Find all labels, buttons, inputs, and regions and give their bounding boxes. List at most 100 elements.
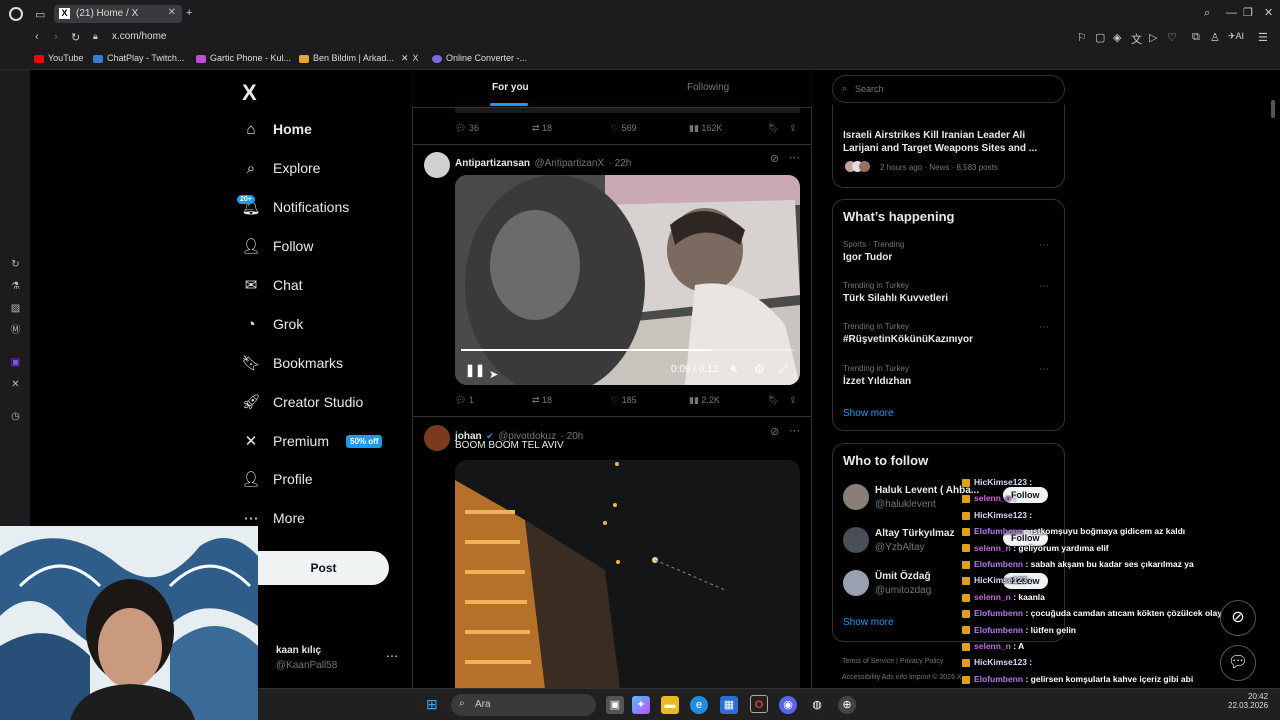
edge-icon[interactable]: e <box>690 696 708 714</box>
avatar[interactable] <box>843 570 869 596</box>
bookmark-benbildim[interactable]: Ben Bildim | Arkad... <box>299 53 394 63</box>
settings-icon[interactable]: ⚙ <box>754 362 765 376</box>
play-icon[interactable]: ▷ <box>1149 31 1157 44</box>
clock[interactable]: 20:42 22.03.2026 <box>1228 692 1268 710</box>
back-icon[interactable]: ‹ <box>35 31 39 43</box>
nav-profile[interactable]: 👤︎ Profile <box>241 466 312 492</box>
bookmark-youtube[interactable]: YouTube <box>34 53 83 63</box>
trend-item[interactable]: Trending in Turkey Türk Silahlı Kuvvetle… <box>843 281 1053 311</box>
page-scrollbar[interactable] <box>1271 100 1275 118</box>
news-card[interactable]: Israeli Airstrikes Kill Iranian Leader A… <box>832 105 1065 188</box>
pause-icon[interactable]: ❚❚ <box>465 363 485 377</box>
history-icon[interactable]: ↻ <box>9 258 22 271</box>
reload-icon[interactable]: ↻ <box>71 31 80 44</box>
maximize-icon[interactable]: ❐ <box>1243 6 1253 19</box>
footer-accessibility-link[interactable]: Accessibility <box>842 674 880 681</box>
trend-more-icon[interactable]: ⋯ <box>1039 322 1049 333</box>
grok-float-button[interactable]: ⊘ <box>1220 600 1256 636</box>
ai-button[interactable]: ✈AI <box>1228 31 1244 42</box>
like-button[interactable]: ♡ 569 <box>611 123 637 134</box>
views-button[interactable]: ▮▮ 162K <box>689 123 722 134</box>
views-button[interactable]: ▮▮ 2.2K <box>689 395 720 406</box>
pinboard-icon[interactable]: ▨ <box>9 302 22 315</box>
discord-icon[interactable]: ◉ <box>779 696 797 714</box>
footer-privacy-link[interactable]: Privacy Policy <box>900 658 944 665</box>
like-button[interactable]: ♡ 185 <box>611 395 637 406</box>
repost-button[interactable]: ⇄ 18 <box>532 395 552 406</box>
ai-sidebar-icon[interactable]: ⚗ <box>9 280 22 293</box>
nav-bookmarks[interactable]: 🔖︎ Bookmarks <box>241 350 343 376</box>
reply-button[interactable]: 💬︎ 36 <box>455 123 479 134</box>
translate-icon[interactable]: 文 <box>1131 31 1142 47</box>
nav-premium[interactable]: ✕ Premium 50% off <box>242 428 383 454</box>
tweet-author-handle[interactable]: @AntipartizanX <box>534 158 604 169</box>
file-explorer-icon[interactable]: ▬ <box>661 696 679 714</box>
tab-menu-icon[interactable]: ▭ <box>35 8 45 21</box>
bookmark-tweet-icon[interactable]: 🔖︎ <box>768 395 779 406</box>
task-view-icon[interactable]: ▣ <box>606 696 624 714</box>
share-icon[interactable]: ⇪ <box>789 123 797 134</box>
bookmark-chatplay[interactable]: ChatPlay - Twitch... <box>93 53 184 63</box>
trend-more-icon[interactable]: ⋯ <box>1039 240 1049 251</box>
clock-icon[interactable]: ◷ <box>9 410 22 423</box>
fullscreen-icon[interactable]: ⤢ <box>778 362 788 377</box>
copilot-icon[interactable]: ✦ <box>632 696 650 714</box>
obs-icon[interactable]: ◍ <box>808 696 826 714</box>
messages-float-button[interactable]: 💬︎ <box>1220 645 1256 681</box>
account-more-icon[interactable]: ⋯ <box>386 649 398 663</box>
tab-following[interactable]: Following <box>687 82 729 93</box>
url-text[interactable]: x.com/home <box>112 31 166 42</box>
nav-explore[interactable]: ⌕ Explore <box>242 155 321 181</box>
post-button[interactable]: Post <box>258 551 389 585</box>
avatar[interactable] <box>843 527 869 553</box>
avatar[interactable] <box>424 425 450 451</box>
snapshot-icon[interactable]: ▢ <box>1095 31 1105 44</box>
tab-home[interactable]: X (21) Home / X ✕ <box>54 5 182 23</box>
repost-button[interactable]: ⇄ 18 <box>532 123 552 134</box>
x-logo[interactable]: X <box>242 80 257 106</box>
footer-terms-link[interactable]: Terms of Service <box>842 658 894 665</box>
profile-icon[interactable]: ♙ <box>1210 31 1220 44</box>
tab-for-you[interactable]: For you <box>492 82 529 93</box>
app-icon[interactable]: ⊕ <box>838 696 856 714</box>
close-window-icon[interactable]: ✕ <box>1264 6 1273 19</box>
minimize-icon[interactable]: — <box>1226 7 1237 19</box>
forward-icon[interactable]: › <box>54 31 58 43</box>
video-progress-track[interactable] <box>461 349 794 351</box>
heart-icon[interactable]: ♡ <box>1167 31 1177 44</box>
trend-item[interactable]: Sports · Trending Igor Tudor ⋯ <box>843 240 1053 270</box>
browser-menu-icon[interactable]: ☰ <box>1258 31 1268 44</box>
tweet-time[interactable]: · 22h <box>609 158 632 169</box>
x-sidebar-icon[interactable]: ✕ <box>9 378 22 391</box>
store-icon[interactable]: ▦ <box>720 696 738 714</box>
share-icon[interactable]: ⇪ <box>789 395 797 406</box>
search-tabs-icon[interactable]: ⌕ <box>1204 7 1210 20</box>
nav-follow[interactable]: 👤︎ Follow <box>241 233 313 259</box>
tweet-more-icon[interactable]: ⋯ <box>789 151 800 164</box>
trend-more-icon[interactable]: ⋯ <box>1039 364 1049 375</box>
show-more-follow-link[interactable]: Show more <box>843 617 894 628</box>
windows-start-icon[interactable]: ⊞ <box>426 696 438 713</box>
trend-item[interactable]: Trending in Turkey #RüşvetinKökünüKazını… <box>843 322 1053 352</box>
nav-grok[interactable]: ◔ Grok <box>242 311 303 337</box>
nav-notifications[interactable]: 🔔︎ Notifications <box>241 194 349 220</box>
opera-taskbar-icon[interactable]: O <box>750 695 768 713</box>
show-more-trends-link[interactable]: Show more <box>843 408 894 419</box>
twitch-icon[interactable]: ▣ <box>9 356 22 369</box>
bookmark-gartic[interactable]: Gartic Phone - Kul... <box>196 53 291 63</box>
messenger-icon[interactable]: Ⓜ <box>9 324 22 337</box>
bookmark-converter[interactable]: Online Converter -... <box>432 53 527 63</box>
avatar[interactable] <box>843 484 869 510</box>
trend-item[interactable]: Trending in Turkey İzzet Yıldızhan ⋯ <box>843 364 1053 394</box>
avatar[interactable] <box>424 152 450 178</box>
account-switcher[interactable]: kaan kılıç @KaanPall58 ⋯ <box>258 640 408 676</box>
close-tab-icon[interactable]: ✕ <box>168 7 176 18</box>
tweet-more-icon[interactable]: ⋯ <box>789 424 800 437</box>
nav-creator-studio[interactable]: 🚀︎ Creator Studio <box>241 389 363 415</box>
search-input[interactable]: ⌕ Search <box>832 75 1065 103</box>
grok-analyze-icon[interactable]: ⊘ <box>770 152 779 165</box>
trend-more-icon[interactable]: ⋯ <box>1039 281 1049 292</box>
opera-logo-icon[interactable] <box>9 7 23 21</box>
mute-icon[interactable]: 🔇︎ <box>731 363 738 376</box>
nav-chat[interactable]: ✉ Chat <box>242 272 303 298</box>
